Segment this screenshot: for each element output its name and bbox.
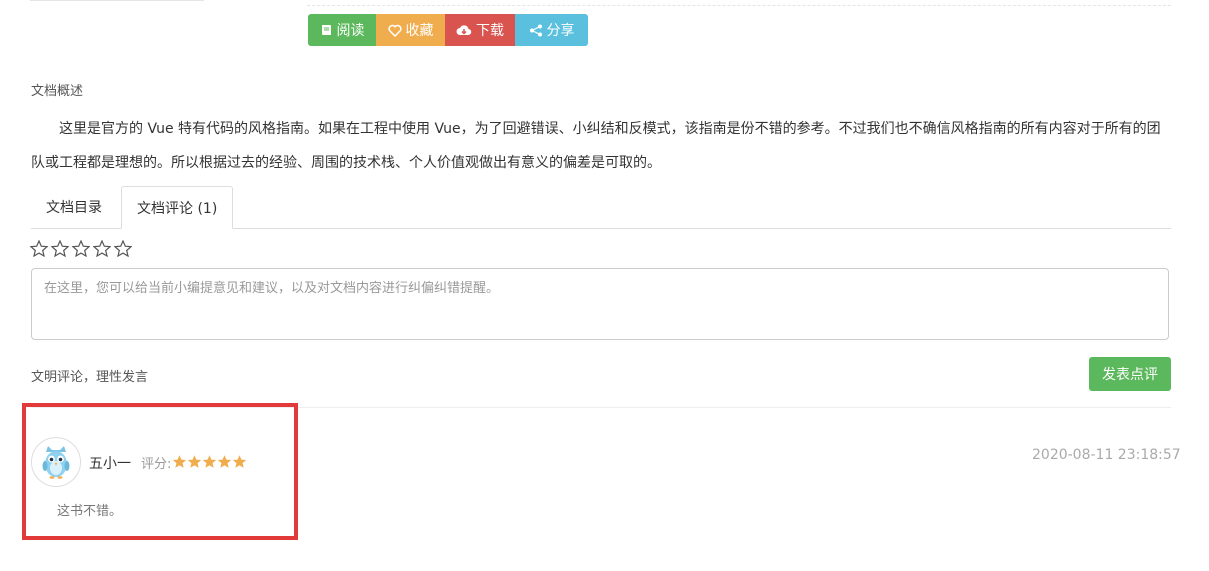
star-outline-icon[interactable]	[51, 240, 69, 257]
book-icon	[321, 24, 331, 35]
star-filled-icon	[172, 455, 187, 468]
star-filled-icon	[202, 455, 217, 468]
summary-heading: 文档概述	[31, 84, 84, 99]
star-filled-icon	[232, 455, 247, 468]
star-outline-icon[interactable]	[30, 240, 48, 257]
favorite-label: 收藏	[405, 23, 434, 39]
share-label: 分享	[546, 23, 575, 39]
share-icon	[529, 24, 542, 36]
document-tabs: 文档目录 文档评论 (1)	[31, 186, 1171, 229]
rating-input	[30, 240, 132, 257]
download-label: 下载	[476, 23, 504, 39]
owl-avatar-icon	[42, 446, 70, 479]
favorite-button[interactable]: 收藏	[376, 14, 445, 46]
star-outline-icon[interactable]	[72, 240, 90, 257]
star-filled-icon	[187, 455, 202, 468]
star-outline-icon[interactable]	[114, 240, 132, 257]
avatar	[31, 437, 81, 487]
review-rating-stars	[172, 454, 247, 469]
star-outline-icon[interactable]	[93, 240, 111, 257]
share-button[interactable]: 分享	[515, 14, 588, 46]
reviewer-name: 五小一	[89, 456, 131, 472]
tab-document-comments[interactable]: 文档评论 (1)	[121, 186, 234, 229]
read-label: 阅读	[336, 23, 365, 39]
cloud-download-icon	[456, 24, 472, 35]
download-button[interactable]: 下载	[445, 14, 515, 46]
review-timestamp: 2020-08-11 23:18:57	[1032, 447, 1181, 463]
civil-notice: 文明评论，理性发言	[31, 370, 149, 385]
document-summary: 这里是官方的 Vue 特有代码的风格指南。如果在工程中使用 Vue，为了回避错误…	[31, 121, 1161, 171]
heart-icon	[387, 24, 402, 37]
rating-label: 评分:	[141, 457, 172, 472]
read-button[interactable]: 阅读	[308, 14, 376, 46]
submit-review-button[interactable]: 发表点评	[1089, 357, 1171, 391]
review-text: 这书不错。	[57, 504, 123, 519]
top-divider-left	[30, 0, 204, 1]
top-divider-right	[307, 5, 1171, 6]
document-action-buttons: 阅读 收藏 下载 分享	[308, 14, 588, 46]
comment-textarea[interactable]: 在这里，您可以给当前小编提意见和建议，以及对文档内容进行纠偏纠错提醒。	[31, 268, 1169, 340]
star-filled-icon	[217, 455, 232, 468]
tab-document-toc[interactable]: 文档目录	[31, 186, 117, 227]
